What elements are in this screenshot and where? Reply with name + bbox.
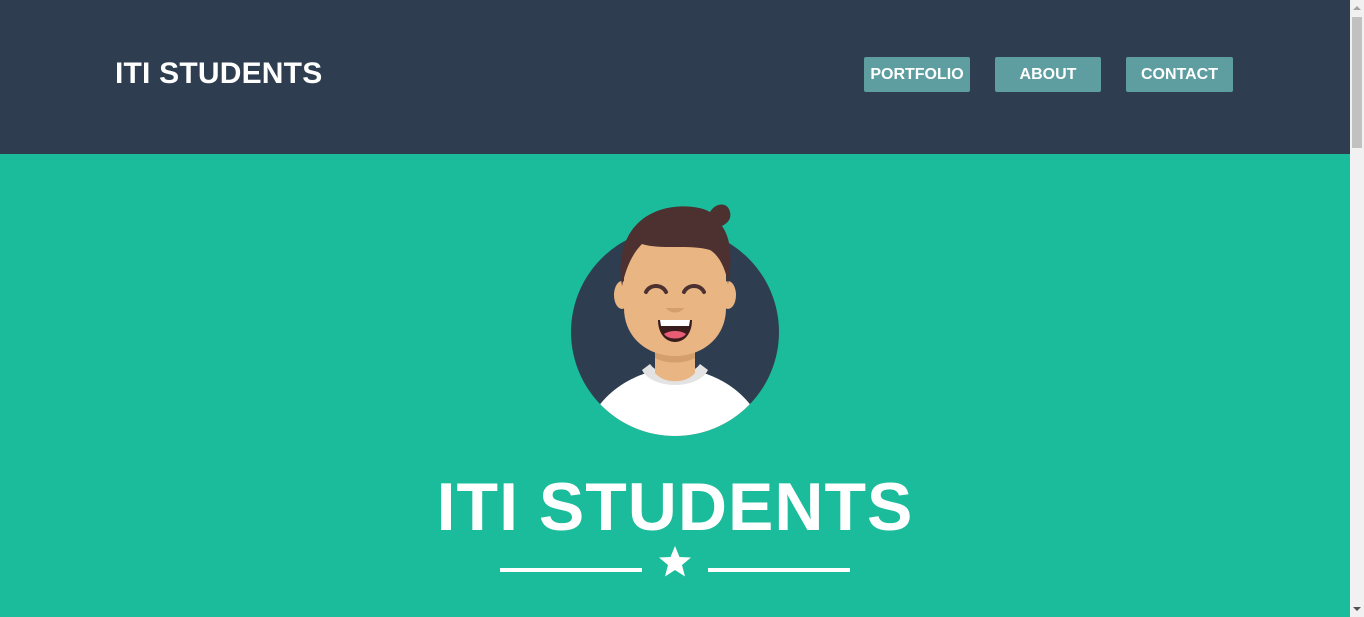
brand-link[interactable]: ITI STUDENTS (115, 56, 322, 92)
scroll-down-icon[interactable] (1350, 600, 1364, 617)
nav-portfolio-button[interactable]: PORTFOLIO (864, 57, 970, 92)
hero-title: ITI STUDENTS (436, 469, 914, 545)
star-divider (500, 546, 850, 577)
page: ITI STUDENTS PORTFOLIO ABOUT CONTACT ITI… (0, 0, 1364, 617)
star-icon (659, 546, 691, 577)
vertical-scrollbar[interactable] (1350, 0, 1364, 617)
nav-contact-button[interactable]: CONTACT (1126, 57, 1233, 92)
divider-line-right (708, 568, 850, 572)
header: ITI STUDENTS PORTFOLIO ABOUT CONTACT (0, 0, 1350, 154)
nav-about-button[interactable]: ABOUT (995, 57, 1101, 92)
avatar-icon (571, 204, 779, 436)
scrollbar-thumb[interactable] (1352, 17, 1362, 148)
hero-section: ITI STUDENTS (0, 154, 1350, 617)
divider-line-left (500, 568, 642, 572)
scroll-up-icon[interactable] (1350, 0, 1364, 17)
